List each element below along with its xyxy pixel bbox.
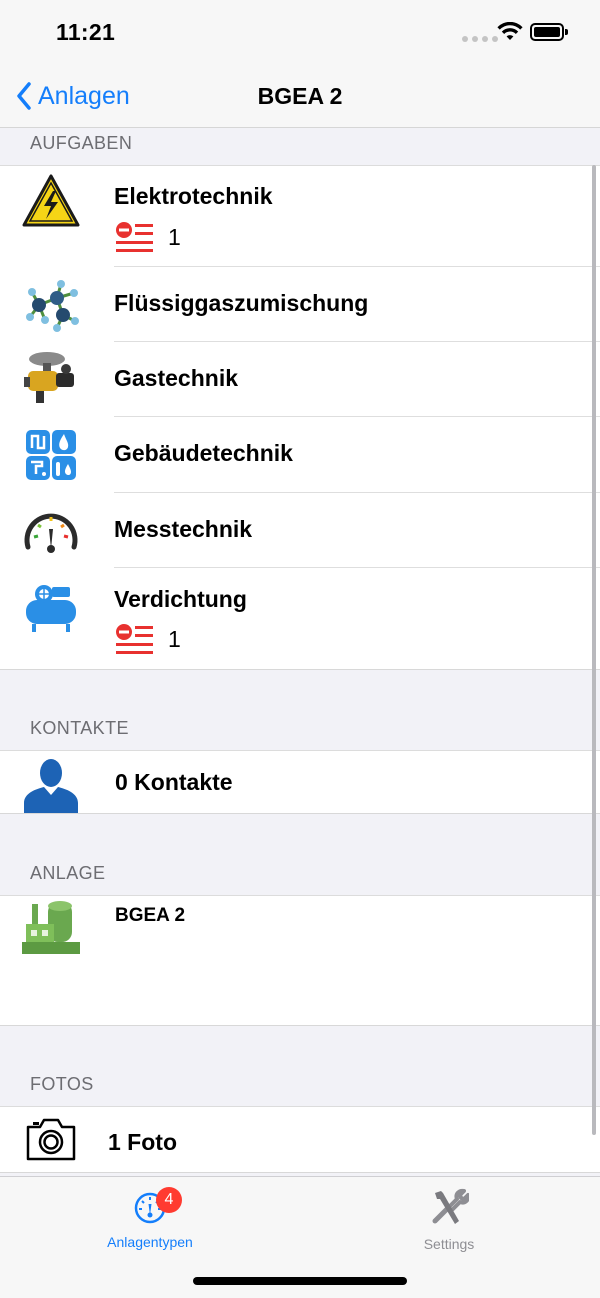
molecule-icon — [26, 280, 79, 332]
task-list: Elektrotechnik 1 Flüssiggaszumischung Ga… — [0, 166, 600, 670]
task-list-red-icon — [116, 222, 153, 252]
task-list-red-icon — [116, 624, 153, 654]
scroll-indicator[interactable] — [592, 165, 596, 1135]
photos-row[interactable]: 1 Foto — [0, 1107, 600, 1173]
task-row-gebaeudetechnik[interactable]: Gebäudetechnik — [0, 417, 600, 493]
tab-settings[interactable]: Settings — [369, 1185, 529, 1252]
notification-badge: 4 — [156, 1187, 182, 1213]
wifi-icon — [497, 22, 523, 40]
task-row-messtechnik[interactable]: Messtechnik — [0, 493, 600, 568]
section-header-anlage: ANLAGE — [0, 814, 600, 896]
task-title: Gastechnik — [114, 365, 238, 391]
task-title: Flüssiggaszumischung — [114, 290, 369, 316]
cellular-signal-icon — [462, 36, 498, 42]
page-title: BGEA 2 — [257, 83, 343, 109]
task-title: Verdichtung — [114, 586, 247, 612]
anlage-group: BGEA 2 — [0, 896, 600, 1026]
section-header-aufgaben: AUFGABEN — [0, 129, 600, 166]
compressor-icon — [26, 585, 76, 632]
status-bar: 11:21 — [0, 0, 600, 64]
contacts-row[interactable]: 0 Kontakte — [0, 751, 600, 814]
high-voltage-warning-icon — [22, 174, 80, 227]
open-tasks-indicator: 1 — [114, 622, 181, 656]
camera-icon — [26, 1118, 76, 1161]
task-title: Messtechnik — [114, 516, 253, 542]
building-services-icon — [26, 430, 76, 480]
open-task-count: 1 — [168, 223, 181, 250]
tab-label: Settings — [423, 1236, 475, 1252]
tab-label: Anlagentypen — [107, 1234, 193, 1250]
tab-anlagentypen[interactable]: 4 Anlagentypen — [70, 1185, 230, 1250]
biogas-plant-icon — [22, 901, 80, 954]
task-row-fluessiggaszumischung[interactable]: Flüssiggaszumischung — [0, 267, 600, 342]
photos-count: 1 Foto — [108, 1129, 177, 1155]
home-indicator[interactable] — [193, 1277, 407, 1285]
gauge-icon — [24, 513, 78, 553]
navigation-bar: Anlagen BGEA 2 — [0, 64, 600, 128]
task-title: Gebäudetechnik — [114, 440, 293, 466]
anlage-name: BGEA 2 — [115, 905, 186, 926]
contacts-count: 0 Kontakte — [115, 769, 233, 795]
person-silhouette-icon — [24, 759, 78, 813]
contacts-group: 0 Kontakte — [0, 751, 600, 814]
section-header-kontakte: KONTAKTE — [0, 670, 600, 751]
anlage-row[interactable]: BGEA 2 — [0, 896, 600, 1026]
task-row-gastechnik[interactable]: Gastechnik — [0, 342, 600, 417]
gas-regulator-icon — [24, 352, 74, 403]
photos-group: 1 Foto — [0, 1107, 600, 1173]
open-task-count: 1 — [168, 625, 181, 652]
task-row-elektrotechnik[interactable]: Elektrotechnik 1 — [0, 166, 600, 267]
task-row-verdichtung[interactable]: Verdichtung 1 — [0, 568, 600, 670]
status-time: 11:21 — [56, 19, 116, 45]
section-header-fotos: FOTOS — [0, 1026, 600, 1107]
tools-icon — [432, 1188, 471, 1224]
battery-icon — [530, 23, 568, 41]
open-tasks-indicator: 1 — [114, 220, 181, 254]
task-title: Elektrotechnik — [114, 183, 273, 209]
